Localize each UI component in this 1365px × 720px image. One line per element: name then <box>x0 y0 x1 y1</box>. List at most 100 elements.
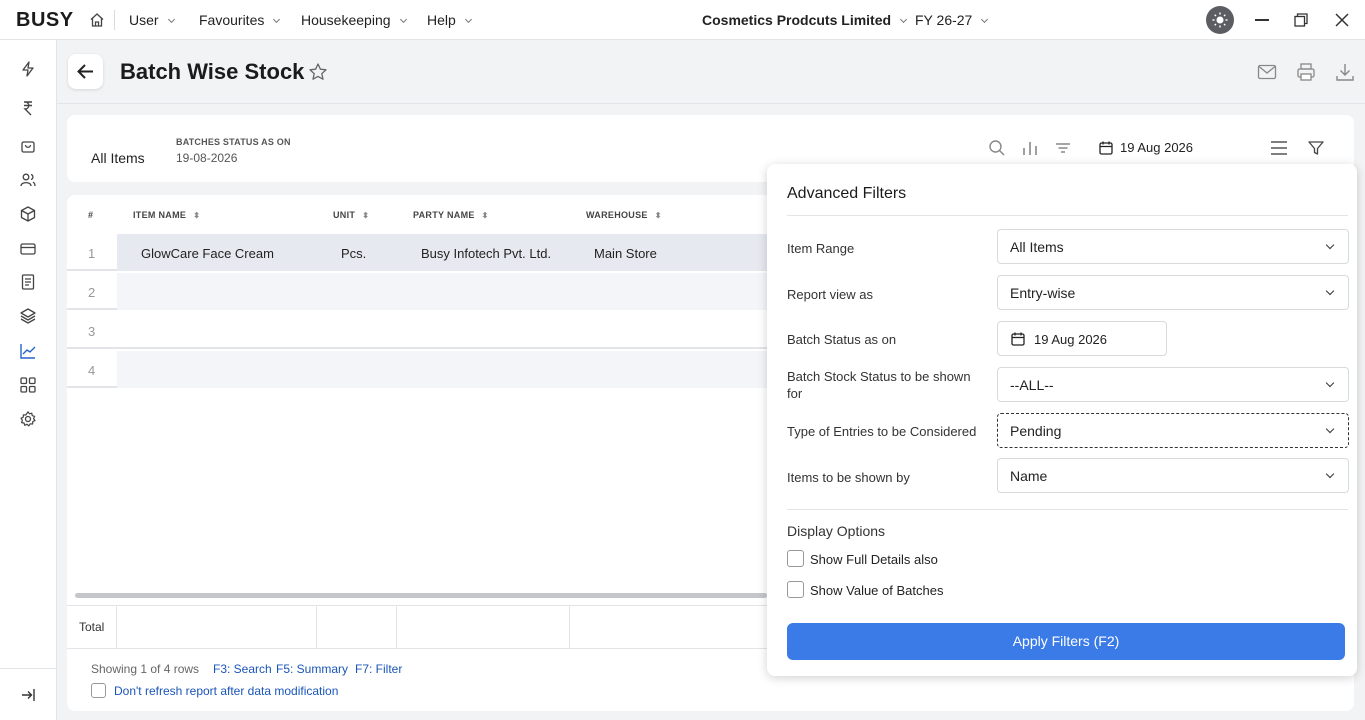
batches-status-label: BATCHES STATUS AS ON <box>176 137 291 147</box>
batch-status-date-input[interactable]: 19 Aug 2026 <box>997 321 1167 356</box>
refresh-checkbox[interactable] <box>91 683 106 698</box>
column-header-party-name[interactable]: PARTY NAME ⬍ <box>413 210 489 220</box>
report-view-select[interactable]: Entry-wise <box>997 275 1349 310</box>
sidebar-divider <box>0 668 57 669</box>
users-icon[interactable] <box>19 171 37 189</box>
advanced-filters-title: Advanced Filters <box>787 185 907 202</box>
chevron-down-icon <box>399 15 407 24</box>
busy-logo: BUSY <box>16 9 74 31</box>
show-full-details-label[interactable]: Show Full Details also <box>810 552 938 567</box>
sort-lines-icon[interactable] <box>1054 139 1072 157</box>
restore-button[interactable] <box>1293 12 1309 28</box>
menu-housekeeping-label: Housekeeping <box>301 12 391 28</box>
chevron-down-icon <box>167 15 175 24</box>
shortcut-search[interactable]: F3: Search <box>213 662 272 676</box>
row-number: 2 <box>88 285 96 300</box>
box-icon[interactable] <box>19 205 37 223</box>
total-cell-divider <box>316 605 317 649</box>
sort-icon: ⬍ <box>193 211 201 220</box>
shopping-bag-icon[interactable] <box>19 137 37 155</box>
total-cell-divider <box>396 605 397 649</box>
menu-user-label: User <box>129 12 159 28</box>
panel-divider <box>787 215 1348 216</box>
star-icon[interactable] <box>308 62 328 82</box>
entry-type-select[interactable]: Pending <box>997 413 1349 448</box>
table-row-fill <box>117 273 767 310</box>
chart-line-icon[interactable] <box>19 342 37 360</box>
horizontal-scrollbar[interactable] <box>75 593 767 598</box>
item-range-value: All Items <box>1010 239 1064 255</box>
document-icon[interactable] <box>19 273 37 291</box>
row-number: 1 <box>88 246 96 261</box>
row-number: 3 <box>88 324 96 339</box>
print-icon[interactable] <box>1296 62 1316 82</box>
report-view-value: Entry-wise <box>1010 285 1076 301</box>
chevron-down-icon <box>1325 378 1335 388</box>
company-selector[interactable]: Cosmetics Prodcuts Limited <box>702 12 908 28</box>
items-shown-by-select[interactable]: Name <box>997 458 1349 493</box>
column-header-unit[interactable]: UNIT ⬍ <box>333 210 369 220</box>
theme-toggle-button[interactable] <box>1206 6 1234 34</box>
fy-label: FY 26-27 <box>915 12 973 28</box>
table-row-fill <box>117 351 767 388</box>
chevron-down-icon <box>900 15 908 24</box>
filter-icon[interactable] <box>1307 139 1325 157</box>
expand-sidebar-icon[interactable] <box>19 686 37 704</box>
show-value-batches-label[interactable]: Show Value of Batches <box>810 583 943 598</box>
close-button[interactable] <box>1334 12 1350 28</box>
batches-status-value: 19-08-2026 <box>176 151 238 165</box>
date-selector[interactable]: 19 Aug 2026 <box>1098 140 1193 155</box>
column-header-label: UNIT <box>333 210 356 220</box>
menu-favourites-label: Favourites <box>199 12 265 28</box>
search-icon[interactable] <box>988 139 1006 157</box>
item-selection[interactable]: All Items <box>91 150 145 166</box>
chevron-down-icon <box>981 15 989 24</box>
shortcut-summary[interactable]: F5: Summary <box>276 662 348 676</box>
show-value-batches-checkbox[interactable] <box>787 581 804 598</box>
chevron-down-icon <box>1325 424 1335 434</box>
panel-divider <box>787 509 1348 510</box>
gear-icon[interactable] <box>19 410 37 428</box>
apply-filters-button[interactable]: Apply Filters (F2) <box>787 623 1345 660</box>
fy-selector[interactable]: FY 26-27 <box>915 12 989 28</box>
menu-user[interactable]: User <box>129 12 175 28</box>
entry-type-label: Type of Entries to be Considered <box>787 424 977 439</box>
item-range-select[interactable]: All Items <box>997 229 1349 264</box>
sort-icon: ⬍ <box>362 211 370 220</box>
menu-divider <box>114 10 115 30</box>
header-divider <box>57 103 1365 104</box>
batch-stock-status-value: --ALL-- <box>1010 377 1054 393</box>
top-bar: BUSY User Favourites Housekeeping Help C… <box>0 0 1365 40</box>
shortcut-filter[interactable]: F7: Filter <box>355 662 402 676</box>
minimize-button[interactable] <box>1255 19 1269 21</box>
column-header-label: ITEM NAME <box>133 210 187 220</box>
column-header-warehouse[interactable]: WAREHOUSE ⬍ <box>586 210 662 220</box>
menu-favourites[interactable]: Favourites <box>199 12 281 28</box>
card-icon[interactable] <box>19 240 37 258</box>
bar-chart-icon[interactable] <box>1021 139 1039 157</box>
home-icon[interactable] <box>89 12 105 28</box>
cell-unit: Pcs. <box>341 246 367 261</box>
batch-status-date-label: Batch Status as on <box>787 332 897 347</box>
chevron-down-icon <box>273 15 281 24</box>
menu-housekeeping[interactable]: Housekeeping <box>301 12 407 28</box>
grid-icon[interactable] <box>19 376 37 394</box>
refresh-checkbox-label[interactable]: Don't refresh report after data modifica… <box>114 684 338 698</box>
mail-icon[interactable] <box>1257 62 1277 82</box>
back-button[interactable] <box>68 54 103 89</box>
download-icon[interactable] <box>1335 62 1355 82</box>
menu-icon[interactable] <box>1269 138 1289 158</box>
lightning-icon[interactable] <box>19 60 37 78</box>
calendar-icon <box>1099 141 1113 155</box>
layers-icon[interactable] <box>19 307 37 325</box>
column-header-item-name[interactable]: ITEM NAME ⬍ <box>133 210 200 220</box>
menu-help[interactable]: Help <box>427 12 472 28</box>
column-header-label: PARTY NAME <box>413 210 475 220</box>
cell-item-name: GlowCare Face Cream <box>141 246 274 261</box>
calendar-icon <box>1011 332 1025 346</box>
batch-stock-status-select[interactable]: --ALL-- <box>997 367 1349 402</box>
show-full-details-checkbox[interactable] <box>787 550 804 567</box>
rupee-icon[interactable] <box>19 99 37 117</box>
table-row[interactable] <box>67 311 767 349</box>
items-shown-by-value: Name <box>1010 468 1048 484</box>
